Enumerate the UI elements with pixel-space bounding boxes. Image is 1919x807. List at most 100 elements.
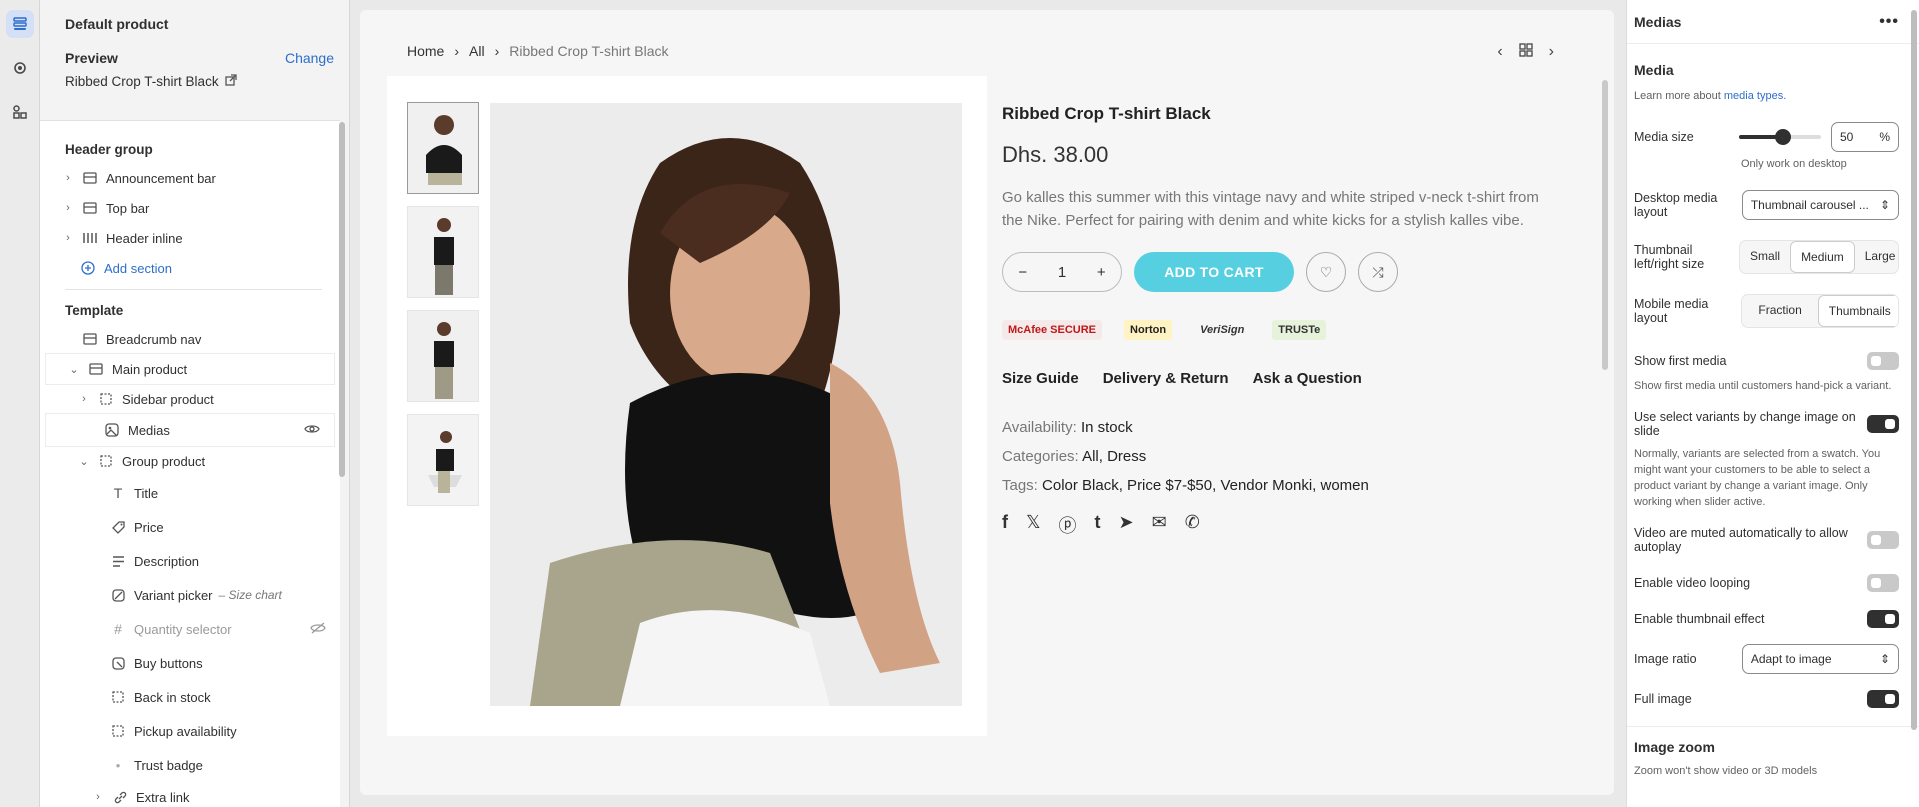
- next-product-icon[interactable]: ›: [1549, 43, 1554, 62]
- block-quantity-selector[interactable]: # Quantity selector: [40, 612, 340, 646]
- preview-scrollbar[interactable]: [1602, 80, 1608, 370]
- video-loop-toggle[interactable]: [1867, 574, 1899, 592]
- mobile-layout-fraction[interactable]: Fraction: [1742, 295, 1817, 327]
- select-variants-toggle[interactable]: [1867, 415, 1899, 433]
- chevron-right-icon[interactable]: ›: [60, 202, 76, 214]
- chevron-right-icon[interactable]: ›: [76, 393, 92, 405]
- block-medias[interactable]: Medias: [46, 414, 334, 446]
- thumb-size-small[interactable]: Small: [1740, 241, 1790, 273]
- thumb-size-large[interactable]: Large: [1855, 241, 1898, 273]
- media-size-note: Only work on desktop: [1741, 158, 1847, 170]
- block-extra-link[interactable]: › Extra link: [40, 782, 340, 807]
- chevron-right-icon[interactable]: ›: [60, 172, 76, 184]
- media-types-link[interactable]: media types.: [1724, 90, 1786, 102]
- email-icon[interactable]: ✉: [1152, 512, 1167, 538]
- eye-hidden-icon[interactable]: [310, 622, 326, 637]
- chevron-right-icon[interactable]: ›: [90, 791, 106, 803]
- section-breadcrumb-nav[interactable]: Breadcrumb nav: [40, 324, 340, 354]
- select-variants-label: Use select variants by change image on s…: [1634, 410, 1856, 438]
- tumblr-icon[interactable]: t: [1095, 512, 1101, 538]
- minus-icon[interactable]: −: [1018, 264, 1027, 281]
- chevron-down-icon[interactable]: ⌄: [66, 363, 82, 376]
- thumbnail-1[interactable]: [407, 102, 479, 194]
- plus-circle-icon: [80, 260, 96, 276]
- block-title[interactable]: T Title: [40, 476, 340, 510]
- block-sidebar-product[interactable]: › Sidebar product: [40, 384, 340, 414]
- tab-ask-question[interactable]: Ask a Question: [1253, 370, 1362, 387]
- chevron-right-icon: ›: [454, 43, 460, 59]
- norton-badge: Norton: [1124, 320, 1173, 340]
- block-pickup-availability[interactable]: Pickup availability: [40, 714, 340, 748]
- thumb-size-medium[interactable]: Medium: [1790, 241, 1855, 273]
- block-variant-picker[interactable]: Variant picker – Size chart: [40, 578, 340, 612]
- change-preview-link[interactable]: Change: [285, 50, 334, 66]
- video-muted-toggle[interactable]: [1867, 531, 1899, 549]
- block-description[interactable]: Description: [40, 544, 340, 578]
- thumbnail-3[interactable]: [407, 310, 479, 402]
- mobile-layout-thumbnails[interactable]: Thumbnails: [1817, 295, 1899, 327]
- block-group-product[interactable]: ⌄ Group product: [40, 446, 340, 476]
- telegram-icon[interactable]: ➤: [1119, 512, 1134, 538]
- section-top-bar[interactable]: › Top bar: [40, 193, 340, 223]
- preview-canvas: Home › All › Ribbed Crop T-shirt Black ‹…: [350, 0, 1626, 807]
- breadcrumb-home[interactable]: Home: [407, 43, 444, 59]
- more-options-icon[interactable]: •••: [1879, 13, 1899, 31]
- quantity-stepper[interactable]: − 1 +: [1002, 252, 1122, 292]
- chevron-down-icon[interactable]: ⌄: [76, 455, 92, 468]
- pinterest-icon[interactable]: ⓟ: [1059, 512, 1077, 538]
- buy-button-icon: [110, 655, 126, 671]
- media-size-value[interactable]: 50: [1840, 130, 1853, 144]
- prev-product-icon[interactable]: ‹: [1497, 43, 1502, 62]
- show-first-toggle[interactable]: [1867, 352, 1899, 370]
- image-ratio-select[interactable]: Adapt to image ⇕: [1741, 644, 1899, 674]
- tab-size-guide[interactable]: Size Guide: [1002, 370, 1079, 387]
- add-section-label: Add section: [104, 260, 172, 276]
- plus-icon[interactable]: +: [1097, 264, 1106, 281]
- tab-delivery-return[interactable]: Delivery & Return: [1103, 370, 1229, 387]
- thumbnail-4[interactable]: [407, 414, 479, 506]
- panel-title: Medias: [1634, 13, 1682, 30]
- block-trust-badge[interactable]: • Trust badge: [40, 748, 340, 782]
- grid-icon[interactable]: [1519, 43, 1533, 62]
- apps-icon[interactable]: [6, 98, 34, 126]
- section-main-product[interactable]: ⌄ Main product: [46, 354, 334, 384]
- product-description: Go kalles this summer with this vintage …: [1002, 189, 1539, 229]
- section-header-inline[interactable]: › Header inline: [40, 223, 340, 253]
- tags-value[interactable]: Color Black, Price $7-$50, Vendor Monki,…: [1042, 477, 1369, 494]
- thumbnail-2[interactable]: [407, 206, 479, 298]
- facebook-icon[interactable]: f: [1002, 512, 1008, 538]
- x-twitter-icon[interactable]: 𝕏: [1026, 512, 1041, 538]
- block-buy-buttons[interactable]: Buy buttons: [40, 646, 340, 680]
- sidebar-scrollbar[interactable]: [339, 122, 345, 477]
- categories-value[interactable]: All, Dress: [1082, 448, 1146, 465]
- media-icon: [104, 422, 120, 438]
- quantity-value[interactable]: 1: [1058, 264, 1066, 281]
- variant-icon: [110, 587, 126, 603]
- thumb-effect-toggle[interactable]: [1867, 610, 1899, 628]
- breadcrumb-all[interactable]: All: [469, 43, 485, 59]
- eye-icon[interactable]: [304, 423, 320, 438]
- external-link-icon[interactable]: [224, 74, 237, 89]
- block-note: – Size chart: [218, 588, 282, 602]
- mcafee-badge: McAfee SECURE: [1002, 320, 1103, 340]
- block-back-in-stock[interactable]: Back in stock: [40, 680, 340, 714]
- sections-icon[interactable]: [6, 10, 34, 38]
- add-to-cart-button[interactable]: ADD TO CART: [1134, 252, 1294, 292]
- add-section-button[interactable]: Add section: [40, 253, 340, 283]
- panel-scrollbar[interactable]: [1911, 10, 1917, 730]
- tags-label: Tags:: [1002, 477, 1038, 494]
- chevron-right-icon[interactable]: ›: [60, 232, 76, 244]
- whatsapp-icon[interactable]: ✆: [1185, 512, 1200, 538]
- section-announcement-bar[interactable]: › Announcement bar: [40, 163, 340, 193]
- media-size-input[interactable]: 50 %: [1831, 122, 1899, 152]
- section-list: Header group › Announcement bar › Top ba…: [40, 120, 340, 807]
- block-label: Title: [134, 485, 159, 501]
- compare-shuffle-icon[interactable]: ⤮: [1358, 252, 1398, 292]
- media-size-slider[interactable]: [1739, 129, 1821, 145]
- desktop-layout-select[interactable]: Thumbnail carousel ... ⇕: [1741, 190, 1899, 220]
- settings-gear-icon[interactable]: [6, 54, 34, 82]
- block-price[interactable]: Price: [40, 510, 340, 544]
- full-image-toggle[interactable]: [1867, 690, 1899, 708]
- wishlist-heart-icon[interactable]: ♡: [1306, 252, 1346, 292]
- main-product-image[interactable]: [490, 103, 962, 706]
